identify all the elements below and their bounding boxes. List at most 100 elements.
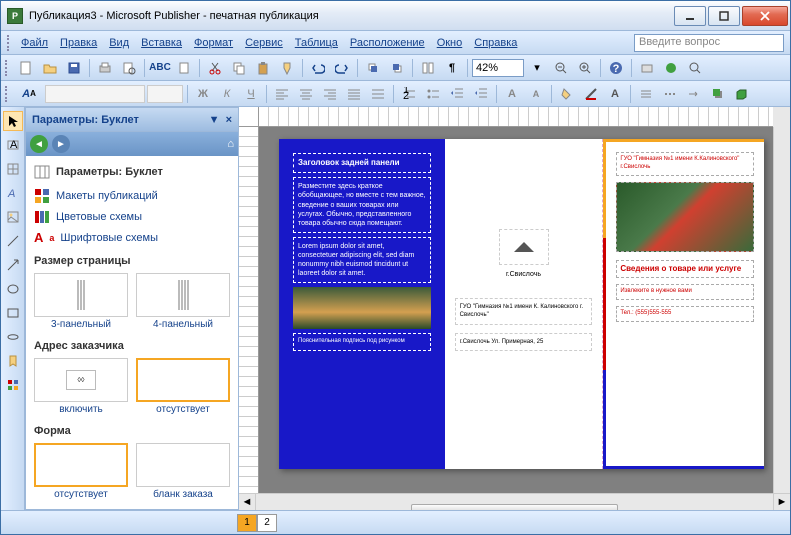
rectangle-tool[interactable]	[3, 303, 23, 323]
autoshapes-tool[interactable]	[3, 327, 23, 347]
close-button[interactable]	[742, 6, 788, 26]
back-image[interactable]	[293, 287, 431, 329]
taskpane-close-icon[interactable]: ×	[226, 114, 232, 126]
ruler-horizontal[interactable]	[259, 107, 773, 127]
zoom-dropdown[interactable]: ▾	[526, 57, 548, 79]
wordart-tool[interactable]: A	[3, 183, 23, 203]
front-image[interactable]	[616, 182, 754, 252]
menu-format[interactable]: Формат	[188, 34, 239, 52]
3d-button[interactable]	[731, 83, 753, 105]
dash-style-button[interactable]	[659, 83, 681, 105]
special-chars-button[interactable]: ¶	[441, 57, 463, 79]
option-form-none[interactable]: отсутствует	[34, 443, 128, 500]
underline-button[interactable]: Ч	[240, 83, 262, 105]
distribute-button[interactable]	[367, 83, 389, 105]
link-font-schemes[interactable]: Aa Шрифтовые схемы	[34, 230, 230, 245]
outdent-button[interactable]	[446, 83, 468, 105]
preview-web-button[interactable]	[684, 57, 706, 79]
italic-button[interactable]: К	[216, 83, 238, 105]
org-logo[interactable]	[499, 229, 549, 265]
menu-service[interactable]: Сервис	[239, 34, 289, 52]
line-color-button[interactable]	[580, 83, 602, 105]
back-body-text[interactable]: Разместите здесь краткое обобщающее, но …	[293, 177, 431, 232]
select-tool[interactable]	[3, 111, 23, 131]
font-combo[interactable]	[45, 85, 145, 103]
link-layouts[interactable]: Макеты публикаций	[34, 188, 230, 204]
back-lorem-text[interactable]: Lorem ipsum dolor sit amet, consectetuer…	[293, 237, 431, 283]
cut-button[interactable]	[204, 57, 226, 79]
help-search-input[interactable]: Введите вопрос	[634, 34, 784, 52]
print-button[interactable]	[94, 57, 116, 79]
scrollbar-vertical[interactable]	[773, 127, 790, 493]
nav-back-button[interactable]: ◄	[30, 135, 48, 153]
back-caption[interactable]: Пояснительная подпись под рисунком	[293, 333, 431, 351]
back-heading[interactable]: Заголовок задней панели	[293, 153, 431, 173]
menu-grip[interactable]	[7, 35, 11, 51]
menu-view[interactable]: Вид	[103, 34, 135, 52]
new-button[interactable]	[15, 57, 37, 79]
styles-button[interactable]: AA	[15, 83, 43, 105]
option-4panel[interactable]: 4-панельный	[136, 273, 230, 330]
option-3panel[interactable]: 3-панельный	[34, 273, 128, 330]
shadow-button[interactable]	[707, 83, 729, 105]
design-gallery-tool[interactable]	[3, 375, 23, 395]
page-tab-2[interactable]: 2	[257, 514, 277, 532]
format-painter-button[interactable]	[276, 57, 298, 79]
brochure-panel-1[interactable]: Заголовок задней панели Разместите здесь…	[279, 139, 445, 469]
zoom-combo[interactable]: 42%	[472, 59, 524, 77]
numbering-button[interactable]: 12	[398, 83, 420, 105]
paste-button[interactable]	[252, 57, 274, 79]
open-button[interactable]	[39, 57, 61, 79]
line-style-button[interactable]	[635, 83, 657, 105]
save-button[interactable]	[63, 57, 85, 79]
copy-button[interactable]	[228, 57, 250, 79]
link-color-schemes[interactable]: Цветовые схемы	[34, 209, 230, 225]
picture-frame-tool[interactable]	[3, 207, 23, 227]
org-address-2[interactable]: г.Свислочь Ул. Примерная, 25	[455, 333, 593, 351]
bold-button[interactable]: Ж	[192, 83, 214, 105]
research-button[interactable]	[173, 57, 195, 79]
nav-forward-button[interactable]: ►	[52, 135, 70, 153]
arrow-style-button[interactable]	[683, 83, 705, 105]
menu-edit[interactable]: Правка	[54, 34, 103, 52]
columns-button[interactable]	[417, 57, 439, 79]
line-tool[interactable]	[3, 231, 23, 251]
grow-font-button[interactable]: A	[501, 83, 523, 105]
zoom-out-button[interactable]	[550, 57, 572, 79]
undo-button[interactable]	[307, 57, 329, 79]
backward-button[interactable]	[386, 57, 408, 79]
page-canvas[interactable]: Заголовок задней панели Разместите здесь…	[279, 139, 764, 469]
bullets-button[interactable]	[422, 83, 444, 105]
webtools-button[interactable]	[636, 57, 658, 79]
option-form-order[interactable]: бланк заказа	[136, 443, 230, 500]
brochure-panel-3[interactable]: ГУО "Гимназия №1 имени К.Калиновского" г…	[603, 139, 764, 469]
redo-button[interactable]	[331, 57, 353, 79]
bookmark-tool[interactable]	[3, 351, 23, 371]
option-addr-on[interactable]: ◊◊ включить	[34, 358, 128, 415]
front-info[interactable]: Сведения о товаре или услуге	[616, 260, 754, 278]
menu-arrange[interactable]: Расположение	[344, 34, 431, 52]
org-address-1[interactable]: ГУО "Гимназия №1 имени К. Калиновского г…	[455, 298, 593, 325]
front-promo[interactable]: Извлеките в нужное вами	[616, 284, 754, 300]
arrow-tool[interactable]	[3, 255, 23, 275]
align-center-button[interactable]	[295, 83, 317, 105]
fill-color-button[interactable]	[556, 83, 578, 105]
maximize-button[interactable]	[708, 6, 740, 26]
taskpane-dropdown-icon[interactable]: ▼	[209, 114, 220, 126]
scrollbar-horizontal[interactable]: ◄ ►	[239, 493, 790, 510]
ruler-vertical[interactable]	[239, 127, 259, 493]
front-org[interactable]: ГУО "Гимназия №1 имени К.Калиновского" г…	[616, 152, 754, 176]
menu-help[interactable]: Справка	[468, 34, 523, 52]
menu-table[interactable]: Таблица	[289, 34, 344, 52]
org-name[interactable]: г.Свислочь	[455, 271, 593, 278]
minimize-button[interactable]	[674, 6, 706, 26]
spellcheck-button[interactable]: ABC	[149, 57, 171, 79]
align-justify-button[interactable]	[343, 83, 365, 105]
oval-tool[interactable]	[3, 279, 23, 299]
forward-button[interactable]	[362, 57, 384, 79]
print-preview-button[interactable]	[118, 57, 140, 79]
textbox-tool[interactable]: A	[3, 135, 23, 155]
workspace[interactable]: Заголовок задней панели Разместите здесь…	[259, 127, 773, 493]
toolbar-grip[interactable]	[5, 60, 9, 76]
menu-window[interactable]: Окно	[431, 34, 469, 52]
